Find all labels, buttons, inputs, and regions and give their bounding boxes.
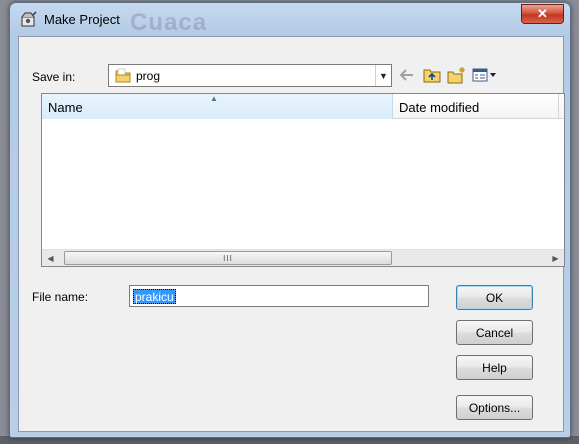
- file-list[interactable]: ▲ Name Date modified Ty ◀ III ▶: [41, 93, 565, 267]
- folder-icon: [115, 68, 131, 83]
- help-button-label: Help: [482, 360, 507, 375]
- close-button[interactable]: ✕: [521, 4, 564, 24]
- column-date-label: Date modified: [399, 100, 480, 115]
- ok-button-label: OK: [485, 290, 504, 305]
- options-button-label: Options...: [468, 400, 521, 415]
- scroll-grip: III: [223, 253, 233, 263]
- column-header-name[interactable]: ▲ Name: [42, 94, 393, 119]
- scroll-right-icon[interactable]: ▶: [547, 250, 564, 266]
- list-header: ▲ Name Date modified Ty: [42, 94, 564, 119]
- column-name-label: Name: [48, 100, 83, 115]
- app-icon: [21, 11, 37, 27]
- scroll-left-icon[interactable]: ◀: [42, 250, 59, 266]
- close-icon: ✕: [537, 6, 548, 21]
- background-window-title: Cuaca: [130, 9, 208, 36]
- chevron-down-icon[interactable]: ▼: [375, 65, 391, 86]
- new-folder-icon[interactable]: [446, 64, 468, 86]
- horizontal-scrollbar[interactable]: ◀ III ▶: [42, 249, 564, 266]
- file-name-value: prakicu: [133, 289, 176, 304]
- ok-button[interactable]: OK: [456, 285, 533, 310]
- scroll-thumb[interactable]: III: [64, 251, 392, 265]
- column-header-date-modified[interactable]: Date modified: [393, 94, 559, 119]
- help-button[interactable]: Help: [456, 355, 533, 380]
- options-button[interactable]: Options...: [456, 395, 533, 420]
- make-project-dialog: Cuaca Make Project ✕ Save in: prog ▼ ▲ N…: [9, 2, 571, 438]
- back-arrow-icon[interactable]: [396, 64, 418, 86]
- save-in-value: prog: [136, 69, 161, 83]
- save-in-dropdown[interactable]: prog ▼: [108, 64, 392, 87]
- up-folder-icon[interactable]: [421, 64, 443, 86]
- dialog-body: Save in: prog ▼ ▲ Name Date modified ◀ I…: [18, 36, 565, 432]
- file-name-label: File name:: [32, 290, 89, 304]
- column-header-type[interactable]: Ty: [559, 94, 564, 119]
- view-menu-icon[interactable]: [471, 64, 499, 86]
- file-name-input[interactable]: prakicu: [129, 285, 429, 307]
- save-in-label: Save in:: [32, 70, 76, 84]
- cancel-button-label: Cancel: [475, 325, 514, 340]
- cancel-button[interactable]: Cancel: [456, 320, 533, 345]
- title-bar[interactable]: Cuaca Make Project ✕: [10, 3, 570, 36]
- sort-ascending-icon: ▲: [210, 94, 218, 103]
- dialog-title: Make Project: [44, 12, 120, 27]
